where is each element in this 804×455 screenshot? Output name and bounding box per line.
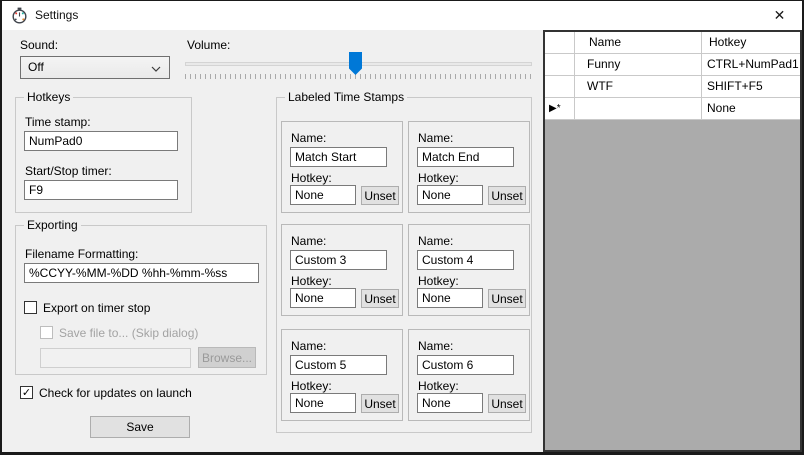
stamp-3-hotkey-input[interactable]	[290, 288, 356, 308]
grid-cell-hotkey[interactable]: SHIFT+F5	[702, 76, 800, 98]
save-button[interactable]: Save	[90, 416, 190, 438]
export-on-stop-checkbox[interactable]	[24, 301, 37, 314]
browse-button: Browse...	[198, 347, 256, 368]
stamp-4-hotkey-input[interactable]	[417, 288, 483, 308]
stamp-name-label: Name:	[418, 234, 453, 248]
save-path-input	[40, 348, 191, 368]
stamp-3-unset-button[interactable]: Unset	[361, 289, 399, 308]
labeled-time-stamps-group: Labeled Time Stamps Name: Hotkey: Unset …	[276, 97, 532, 433]
stamp-2-name-input[interactable]	[417, 147, 514, 167]
check-mark-icon: ✓	[22, 387, 31, 399]
exporting-group: Exporting Filename Formatting: Export on…	[15, 225, 267, 375]
stamp-1-name-input[interactable]	[290, 147, 387, 167]
export-on-stop-label: Export on timer stop	[43, 301, 150, 315]
stamp-panel-5: Name: Hotkey: Unset	[281, 329, 403, 421]
stamp-name-label: Name:	[418, 339, 453, 353]
stamp-1-hotkey-input[interactable]	[290, 185, 356, 205]
stamp-6-hotkey-input[interactable]	[417, 393, 483, 413]
volume-label: Volume:	[187, 38, 230, 52]
hotkeys-group: Hotkeys Time stamp: Start/Stop timer:	[15, 97, 192, 213]
start-stop-input[interactable]	[24, 180, 178, 200]
stamp-5-hotkey-input[interactable]	[290, 393, 356, 413]
exporting-group-title: Exporting	[24, 218, 81, 232]
stamp-3-name-input[interactable]	[290, 250, 387, 270]
row-selector[interactable]	[545, 54, 575, 76]
grid-cell-name[interactable]: Funny	[575, 54, 702, 76]
save-file-to-checkbox	[40, 326, 53, 339]
stamp-1-unset-button[interactable]: Unset	[361, 186, 399, 205]
stamp-hotkey-label: Hotkey:	[418, 274, 459, 288]
grid-header-row: Name Hotkey	[545, 32, 800, 54]
stamp-name-label: Name:	[291, 339, 326, 353]
stamp-hotkey-label: Hotkey:	[291, 171, 332, 185]
close-button[interactable]: ✕	[757, 1, 802, 30]
grid-row-1: Funny CTRL+NumPad1	[545, 54, 800, 76]
chevron-down-icon	[151, 66, 161, 72]
stamp-panel-4: Name: Hotkey: Unset	[408, 224, 530, 316]
stopwatch-icon	[11, 7, 28, 24]
grid-corner-cell[interactable]	[545, 32, 575, 54]
stamp-name-label: Name:	[291, 131, 326, 145]
stamp-2-unset-button[interactable]: Unset	[488, 186, 526, 205]
settings-window: Settings ✕ Sound: Off Volume: Hotkeys Ti…	[0, 0, 804, 455]
stamp-panel-3: Name: Hotkey: Unset	[281, 224, 403, 316]
volume-slider-ticks	[185, 74, 532, 79]
grid-cell-hotkey[interactable]: None	[702, 98, 800, 120]
check-updates-checkbox[interactable]: ✓	[20, 386, 33, 399]
time-stamp-input[interactable]	[24, 131, 178, 151]
stamp-hotkey-label: Hotkey:	[291, 379, 332, 393]
check-updates-label: Check for updates on launch	[39, 386, 192, 400]
filename-formatting-input[interactable]	[24, 263, 259, 283]
stamp-hotkey-label: Hotkey:	[418, 379, 459, 393]
stamp-4-name-input[interactable]	[417, 250, 514, 270]
filename-formatting-label: Filename Formatting:	[25, 247, 138, 261]
grid-cell-hotkey[interactable]: CTRL+NumPad1	[702, 54, 800, 76]
stamp-panel-2: Name: Hotkey: Unset	[408, 121, 530, 213]
title-bar: Settings ✕	[2, 1, 802, 30]
dialog-client-area: Sound: Off Volume: Hotkeys Time stamp: S…	[2, 30, 802, 452]
grid-new-row: ▶* None	[545, 98, 800, 120]
stamp-name-label: Name:	[418, 131, 453, 145]
labeled-group-title: Labeled Time Stamps	[285, 90, 407, 104]
time-stamp-label: Time stamp:	[25, 115, 91, 129]
save-file-to-label: Save file to... (Skip dialog)	[59, 326, 198, 340]
stamp-hotkey-label: Hotkey:	[418, 171, 459, 185]
window-title: Settings	[35, 8, 78, 22]
stamp-6-name-input[interactable]	[417, 355, 514, 375]
sound-dropdown[interactable]: Off	[20, 56, 170, 79]
stamp-4-unset-button[interactable]: Unset	[488, 289, 526, 308]
hotkey-grid: Name Hotkey Funny CTRL+NumPad1 WTF SHIFT…	[543, 30, 802, 452]
grid-header-hotkey[interactable]: Hotkey	[702, 32, 800, 54]
sound-selected-value: Off	[28, 60, 44, 74]
grid-row-2: WTF SHIFT+F5	[545, 76, 800, 98]
start-stop-label: Start/Stop timer:	[25, 164, 112, 178]
new-row-indicator-icon[interactable]: ▶*	[545, 98, 575, 120]
grid-cell-name[interactable]: WTF	[575, 76, 702, 98]
grid-cell-name[interactable]	[575, 98, 702, 120]
stamp-2-hotkey-input[interactable]	[417, 185, 483, 205]
volume-thumb[interactable]	[349, 52, 362, 75]
stamp-panel-6: Name: Hotkey: Unset	[408, 329, 530, 421]
stamp-name-label: Name:	[291, 234, 326, 248]
stamp-5-unset-button[interactable]: Unset	[361, 394, 399, 413]
stamp-6-unset-button[interactable]: Unset	[488, 394, 526, 413]
hotkeys-group-title: Hotkeys	[24, 90, 73, 104]
stamp-5-name-input[interactable]	[290, 355, 387, 375]
stamp-hotkey-label: Hotkey:	[291, 274, 332, 288]
sound-label: Sound:	[20, 38, 58, 52]
grid-header-name[interactable]: Name	[575, 32, 702, 54]
row-selector[interactable]	[545, 76, 575, 98]
stamp-panel-1: Name: Hotkey: Unset	[281, 121, 403, 213]
